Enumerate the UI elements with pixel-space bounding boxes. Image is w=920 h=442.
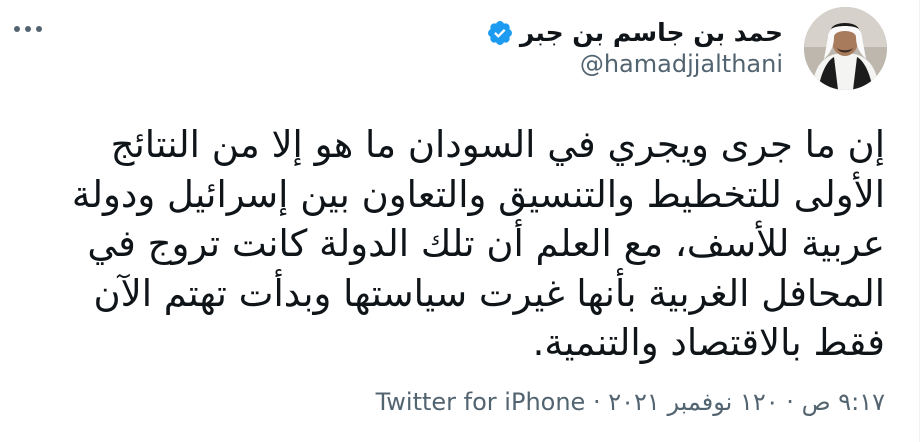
verified-badge-icon	[487, 21, 512, 45]
tweet-text-line: عربية للأسف، مع العلم أن تلك الدولة كانت…	[87, 222, 885, 265]
author-handle[interactable]: @hamadjjalthani	[580, 50, 783, 78]
tweet-text: إن ما جرى ويجري في السودان ما هو إلا من …	[35, 120, 885, 368]
avatar[interactable]	[804, 7, 887, 90]
meta-separator: ·	[592, 388, 601, 416]
tweet-date[interactable]: ١٢٠ نوفمبر ٢٠٢١	[608, 388, 778, 416]
meta-separator: ·	[786, 388, 794, 416]
tweet-text-line: فقط بالاقتصاد والتنمية.	[532, 321, 885, 364]
tweet-text-line: الأولى للتخطيط والتنسيق والتعاون بين إسر…	[71, 172, 885, 216]
tweet-source[interactable]: Twitter for iPhone	[376, 388, 586, 416]
tweet-text-line: المحافل الغربية بأنها غيرت سياستها وبدأت…	[93, 271, 885, 315]
more-dot	[36, 26, 42, 32]
tweet-time[interactable]: ٩:١٧ ص	[802, 388, 885, 416]
more-options-icon[interactable]	[14, 26, 42, 32]
tweet: حمد بن جاسم بن جبر @hamadjjalthani إن ما…	[0, 0, 920, 442]
more-dot	[25, 26, 31, 32]
tweet-text-line: إن ما جرى ويجري في السودان ما هو إلا من …	[110, 123, 885, 166]
author-display-name[interactable]: حمد بن جاسم بن جبر	[520, 18, 783, 48]
more-dot	[14, 26, 20, 32]
avatar-image	[804, 7, 887, 90]
tweet-meta: ٩:١٧ ص · ١٢٠ نوفمبر ٢٠٢١ · Twitter for i…	[35, 388, 885, 416]
author-name-row[interactable]: حمد بن جاسم بن جبر	[486, 18, 783, 48]
